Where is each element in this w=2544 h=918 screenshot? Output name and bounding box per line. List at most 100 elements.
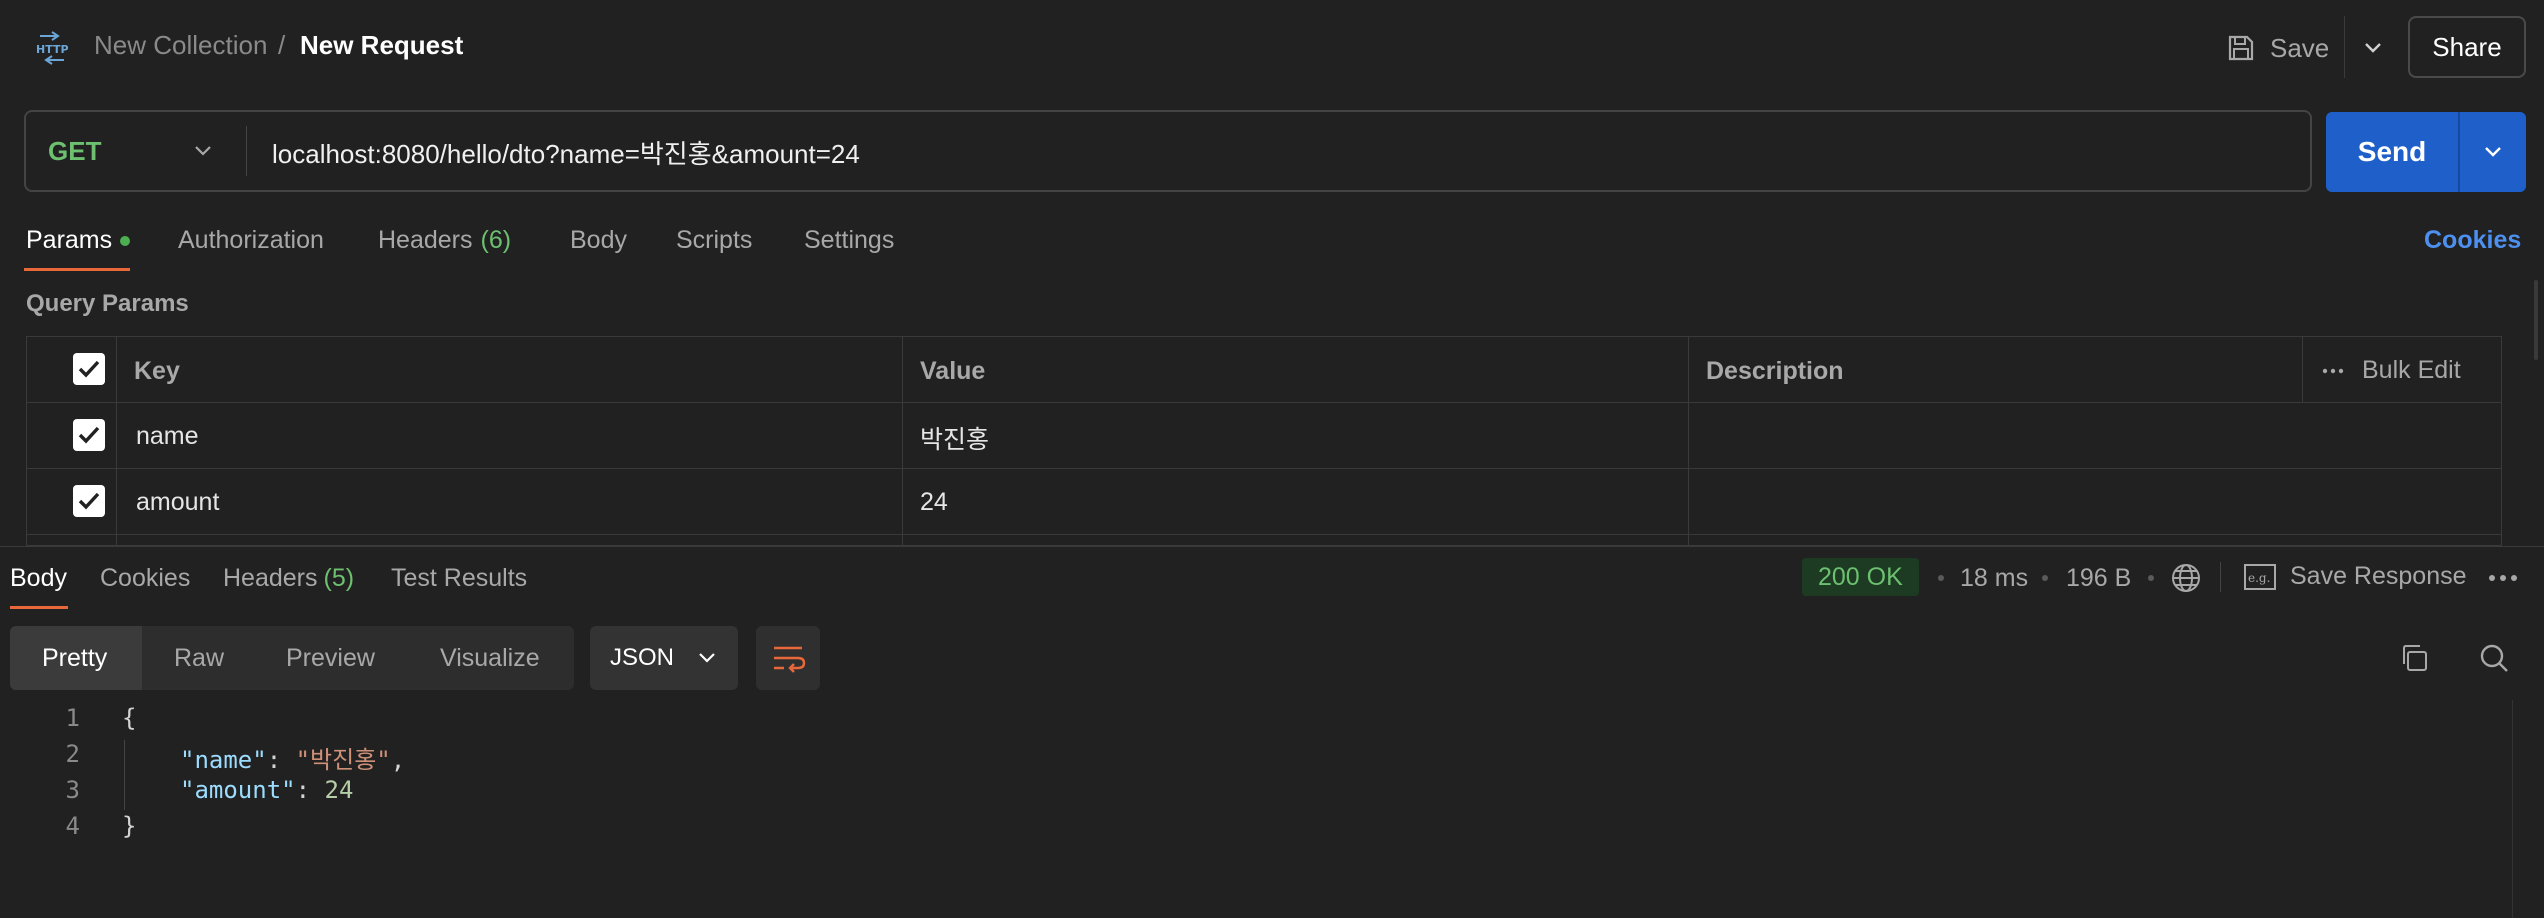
example-icon: e.g.: [2244, 563, 2276, 590]
view-mode-pretty[interactable]: Pretty: [42, 644, 107, 673]
save-response-button[interactable]: e.g. Save Response: [2244, 562, 2467, 591]
search-icon[interactable]: [2478, 642, 2510, 674]
svg-text:e.g.: e.g.: [2248, 571, 2270, 585]
response-divider[interactable]: [0, 546, 2544, 547]
meta-separator: [2148, 575, 2154, 581]
breadcrumb-collection[interactable]: New Collection: [94, 30, 267, 61]
json-key-name: "name": [180, 746, 267, 774]
select-all-checkbox[interactable]: [73, 353, 105, 385]
request-header: HTTP New Collection / New Request Save S…: [0, 0, 2544, 96]
code-line-amount: "amount": 24: [180, 776, 354, 804]
row-checkbox-amount[interactable]: [73, 485, 105, 517]
response-tab-cookies-label: Cookies: [100, 564, 191, 592]
table-divider: [902, 336, 903, 546]
save-response-label: Save Response: [2290, 562, 2467, 590]
tab-params[interactable]: Params: [26, 226, 131, 255]
bulk-edit-label: Bulk Edit: [2362, 356, 2461, 384]
view-mode-raw[interactable]: Raw: [174, 644, 224, 673]
response-size[interactable]: 196 B: [2066, 564, 2131, 593]
param-value-cell[interactable]: 박진홍: [920, 420, 989, 456]
meta-divider: [2220, 562, 2221, 592]
table-divider: [26, 534, 2502, 535]
wrap-lines-button[interactable]: [756, 626, 820, 690]
param-value-cell[interactable]: 24: [920, 488, 948, 517]
table-divider: [1688, 336, 1689, 546]
globe-icon[interactable]: [2170, 562, 2202, 594]
tab-scripts-label: Scripts: [676, 226, 753, 254]
meta-separator: [1938, 575, 1944, 581]
status-badge[interactable]: 200 OK: [1802, 558, 1919, 596]
share-button[interactable]: Share: [2408, 16, 2526, 78]
response-tab-headers-label: Headers: [223, 564, 318, 592]
response-time[interactable]: 18 ms: [1960, 564, 2028, 593]
line-number: 4: [65, 812, 80, 840]
tab-scripts[interactable]: Scripts: [676, 226, 752, 255]
view-mode-preview[interactable]: Preview: [286, 644, 375, 673]
breadcrumb-separator: /: [278, 30, 286, 60]
format-label: JSON: [610, 644, 675, 671]
meta-separator: [2042, 575, 2048, 581]
send-options-chevron-icon[interactable]: [2460, 112, 2526, 192]
table-divider: [26, 402, 2502, 403]
svg-text:HTTP: HTTP: [36, 43, 69, 56]
row-checkbox-name[interactable]: [73, 419, 105, 451]
line-number: 1: [65, 704, 80, 732]
json-key-amount: "amount": [180, 776, 296, 804]
response-tab-body-label: Body: [10, 564, 67, 592]
tab-settings-label: Settings: [804, 226, 895, 254]
scrollbar[interactable]: [2534, 280, 2538, 360]
code-line-name: "name": "박진홍",: [180, 746, 406, 774]
column-description-header: Description: [1706, 357, 1844, 385]
save-divider: [2344, 16, 2345, 78]
url-input[interactable]: [272, 132, 2262, 172]
indent-guide: [124, 740, 125, 810]
response-tab-test-results[interactable]: Test Results: [391, 564, 527, 593]
format-select[interactable]: JSON: [590, 626, 738, 690]
code-open-brace: {: [122, 704, 137, 732]
wrap-icon: [774, 646, 806, 673]
save-label: Save: [2270, 32, 2330, 63]
more-horizontal-icon: [2322, 368, 2344, 373]
breadcrumb-request[interactable]: New Request: [300, 30, 463, 61]
code-close-brace: }: [122, 812, 137, 840]
chevron-down-icon[interactable]: [2356, 30, 2390, 66]
tab-body[interactable]: Body: [570, 226, 627, 255]
tab-params-label: Params: [26, 226, 113, 254]
copy-icon[interactable]: [2398, 642, 2430, 674]
query-params-table: [26, 336, 2502, 546]
response-tab-body[interactable]: Body: [10, 564, 67, 593]
column-key-header: Key: [134, 357, 180, 385]
query-params-title: Query Params: [26, 290, 189, 317]
tab-params-underline: [24, 268, 130, 271]
tab-authorization[interactable]: Authorization: [178, 226, 324, 255]
chevron-down-icon[interactable]: [192, 140, 214, 162]
column-value-header: Value: [920, 357, 986, 385]
tab-headers-count: (6): [480, 226, 512, 254]
tab-headers[interactable]: Headers (6): [378, 226, 511, 255]
save-button[interactable]: Save: [2226, 28, 2329, 68]
view-mode-visualize[interactable]: Visualize: [440, 644, 540, 673]
line-number: 2: [65, 740, 80, 768]
http-icon: HTTP: [36, 31, 69, 65]
tab-settings[interactable]: Settings: [804, 226, 894, 255]
json-value-name: "박진홍": [295, 746, 391, 774]
response-tab-cookies[interactable]: Cookies: [100, 564, 190, 593]
method-label: GET: [48, 135, 102, 166]
code-scrollbar-track[interactable]: [2512, 700, 2513, 918]
bulk-edit-button[interactable]: Bulk Edit: [2322, 356, 2461, 385]
checkmark-icon: [78, 492, 100, 510]
response-tab-test-results-label: Test Results: [391, 564, 528, 592]
send-button[interactable]: Send: [2326, 112, 2458, 192]
tab-authorization-label: Authorization: [178, 226, 324, 254]
response-tab-headers[interactable]: Headers (5): [223, 564, 354, 593]
param-key-cell[interactable]: amount: [136, 488, 219, 517]
line-number: 3: [65, 776, 80, 804]
response-code-view[interactable]: [0, 700, 2512, 918]
param-key-cell[interactable]: name: [136, 422, 199, 451]
checkmark-icon: [78, 426, 100, 444]
json-value-amount: 24: [324, 776, 354, 804]
params-active-dot: [120, 235, 131, 246]
more-horizontal-icon[interactable]: [2488, 572, 2518, 584]
table-divider: [26, 468, 2502, 469]
cookies-link[interactable]: Cookies: [2424, 226, 2521, 255]
